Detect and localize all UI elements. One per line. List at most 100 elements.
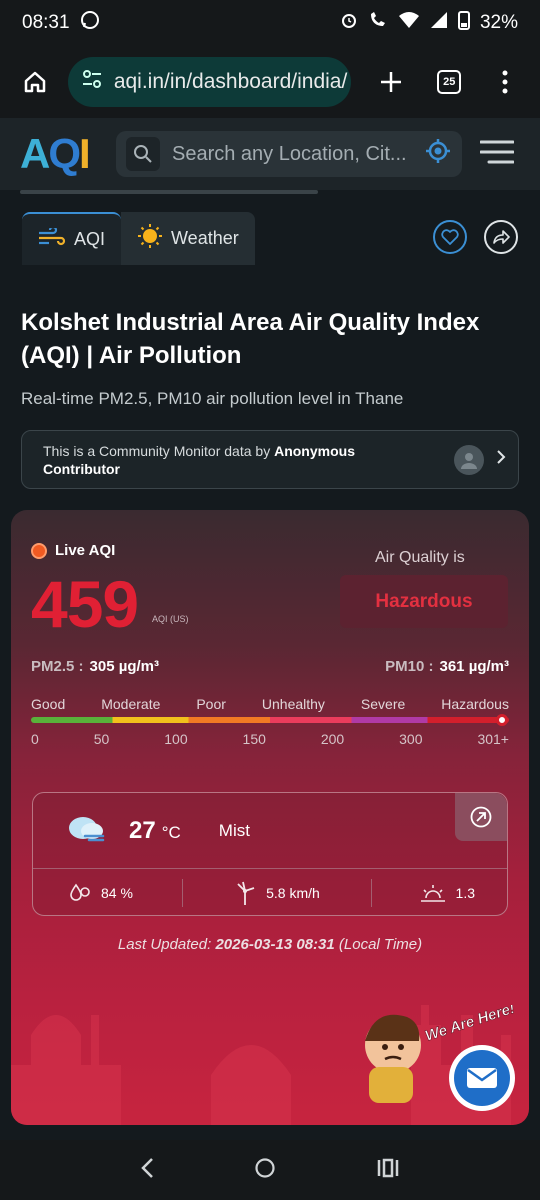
pm25-reading: PM2.5 : 305 µg/m³	[31, 658, 159, 675]
favorite-button[interactable]	[433, 220, 467, 254]
pm25-value: 305 µg/m³	[89, 658, 160, 675]
mail-icon	[467, 1068, 497, 1088]
whatsapp-icon	[80, 10, 100, 36]
signal-icon	[430, 11, 448, 35]
aqi-scale-labels: Good Moderate Poor Unhealthy Severe Haza…	[31, 696, 509, 712]
scale-number: 0	[31, 731, 39, 747]
page-content: AQI Weather Kolshet Industrial Area Air …	[0, 190, 540, 1140]
home-nav-button[interactable]	[254, 1157, 276, 1184]
share-icon	[493, 230, 510, 244]
chat-widget[interactable]: We Are Here!	[355, 999, 523, 1117]
status-time: 08:31	[22, 12, 70, 33]
tab-weather[interactable]: Weather	[121, 212, 255, 265]
battery-percent: 32%	[479, 12, 518, 33]
scale-number: 50	[93, 731, 110, 747]
temperature-value: 27	[129, 816, 156, 844]
uv-index-icon	[420, 885, 445, 902]
pm10-reading: PM10 : 361 µg/m³	[385, 658, 509, 675]
home-button[interactable]	[14, 60, 56, 104]
aqi-value: 459	[31, 567, 139, 641]
heart-icon	[441, 229, 459, 245]
humidity-cell: 84 %	[33, 883, 182, 903]
tab-switcher-button[interactable]: 25	[428, 60, 470, 104]
live-aqi-label: Live AQI	[55, 542, 116, 559]
cloud-wind-icon	[65, 812, 107, 849]
humidity-value: 84 %	[101, 885, 133, 901]
tab-bar: AQI Weather	[22, 212, 255, 265]
temperature: 27 °C	[129, 817, 181, 845]
home-icon	[24, 71, 46, 93]
site-header: AQI Search any Location, Cit...	[0, 118, 540, 190]
scale-label: Poor	[196, 696, 226, 712]
updated-prefix: Last Updated:	[117, 936, 216, 953]
temperature-unit: °C	[161, 822, 181, 842]
uv-value: 1.3	[455, 885, 475, 901]
scroll-indicator	[20, 190, 318, 194]
wind-cell: 5.8 km/h	[183, 880, 370, 906]
last-updated: Last Updated: 2026-03-13 08:31 (Local Ti…	[11, 936, 529, 953]
air-quality-label: Air Quality is	[375, 549, 465, 566]
sun-icon	[137, 223, 163, 254]
tab-weather-label: Weather	[171, 228, 239, 248]
page-subtitle: Real-time PM2.5, PM10 air pollution leve…	[21, 389, 404, 408]
community-text: This is a Community Monitor data by Anon…	[43, 442, 403, 478]
scale-number: 150	[242, 731, 266, 747]
aqi-scale-marker	[496, 714, 508, 726]
locate-icon[interactable]	[424, 137, 452, 171]
pm10-value: 361 µg/m³	[439, 658, 510, 675]
scale-number: 100	[164, 731, 188, 747]
pm10-label: PM10 :	[385, 658, 434, 675]
menu-icon	[479, 140, 515, 163]
wifi-icon	[398, 11, 420, 35]
status-bar: 08:31 32%	[0, 0, 540, 46]
scale-number: 200	[320, 731, 345, 747]
circle-home-icon	[255, 1157, 275, 1178]
wind-icon	[38, 225, 66, 251]
aqi-scale-numbers: 0 50 100 150 200 300 301+	[31, 731, 509, 747]
open-weather-button[interactable]	[455, 793, 507, 841]
updated-time: 2026-03-13 08:31	[215, 936, 335, 953]
hamburger-menu-button[interactable]	[479, 140, 515, 169]
scale-label: Good	[31, 696, 66, 712]
back-button[interactable]	[140, 1157, 154, 1184]
site-settings-icon[interactable]	[82, 70, 102, 94]
search-icon	[126, 137, 160, 171]
recents-icon	[377, 1158, 399, 1177]
wind-value: 5.8 km/h	[266, 885, 320, 901]
mascot-text: We Are Here!	[423, 1005, 517, 1045]
user-icon	[461, 452, 477, 469]
back-icon	[141, 1157, 153, 1178]
community-monitor-banner[interactable]: This is a Community Monitor data by Anon…	[21, 430, 519, 489]
plus-icon	[381, 72, 402, 92]
scale-label: Unhealthy	[261, 696, 325, 712]
weather-summary: 27 °C Mist 84 % 5.8 km/h 1.3	[32, 792, 508, 916]
arrow-up-right-icon	[470, 806, 492, 828]
avatar	[454, 444, 484, 475]
url-bar[interactable]: aqi.in/in/dashboard/india/	[67, 57, 351, 107]
wind-turbine-icon	[237, 881, 255, 905]
site-logo[interactable]: AQI	[20, 130, 98, 178]
new-tab-button[interactable]	[371, 60, 413, 104]
aqi-scale-bar	[31, 717, 509, 723]
live-indicator-icon	[31, 542, 47, 559]
uv-cell: 1.3	[372, 882, 507, 904]
more-vert-icon	[502, 70, 508, 94]
scale-label: Moderate	[101, 696, 161, 712]
system-nav-bar	[0, 1140, 540, 1200]
live-aqi-header: Live AQI	[31, 542, 115, 559]
tab-aqi-label: AQI	[74, 229, 106, 249]
browser-toolbar: aqi.in/in/dashboard/india/ 25	[0, 46, 540, 118]
scale-label: Hazardous	[441, 696, 509, 712]
wifi-call-icon	[368, 11, 388, 35]
humidity-icon	[70, 883, 90, 901]
recents-button[interactable]	[376, 1157, 400, 1184]
status-badge: Hazardous	[340, 575, 508, 628]
alarm-icon	[340, 11, 358, 35]
aqi-unit: AQI (US)	[152, 614, 189, 624]
mail-button[interactable]	[449, 1045, 515, 1111]
search-input[interactable]: Search any Location, Cit...	[116, 131, 462, 177]
share-button[interactable]	[484, 220, 518, 254]
search-placeholder: Search any Location, Cit...	[172, 142, 407, 165]
browser-menu-button[interactable]	[484, 60, 526, 104]
tab-aqi[interactable]: AQI	[22, 212, 122, 265]
